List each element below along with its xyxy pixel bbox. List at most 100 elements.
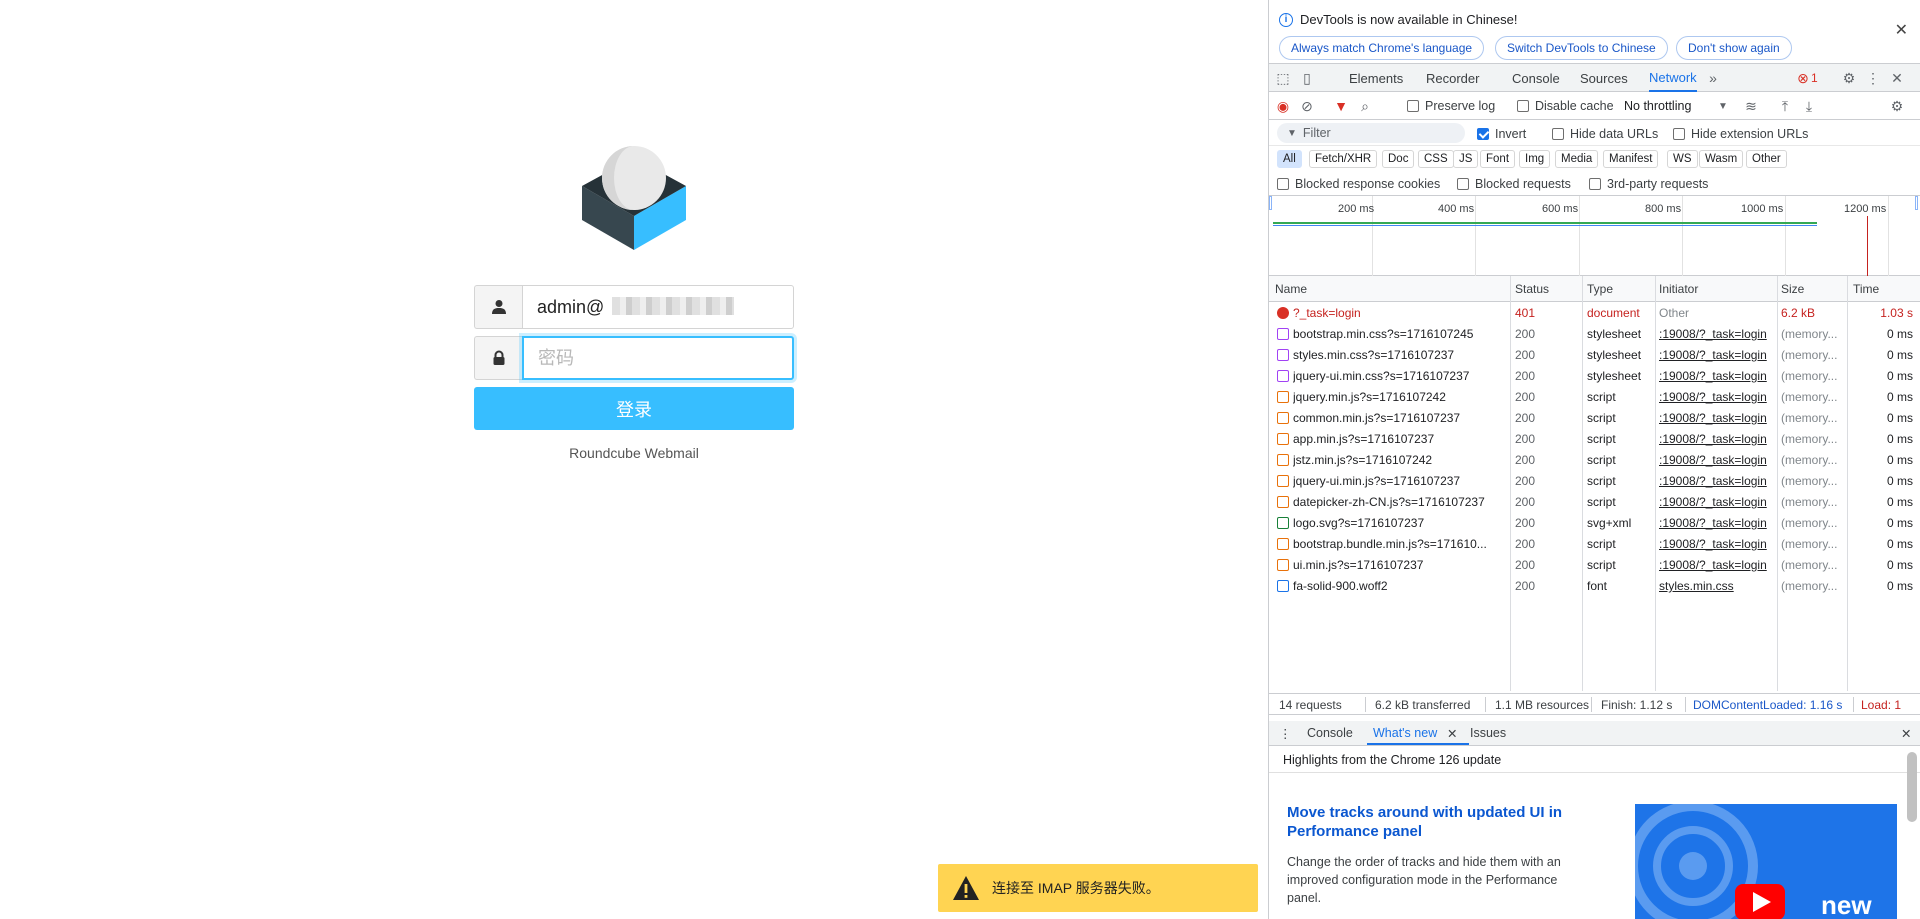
type-js[interactable]: JS	[1453, 150, 1479, 168]
request-time: 0 ms	[1886, 474, 1913, 488]
third-party-checkbox[interactable]: 3rd-party requests	[1589, 177, 1708, 191]
network-settings-icon[interactable]: ⚙	[1889, 98, 1905, 114]
error-count-icon[interactable]: ⊗	[1795, 70, 1811, 86]
range-handle-right[interactable]	[1915, 196, 1918, 210]
match-language-button[interactable]: Always match Chrome's language	[1279, 36, 1485, 60]
clear-icon[interactable]: ⊘	[1299, 98, 1315, 114]
dont-show-again-button[interactable]: Don't show again	[1676, 36, 1792, 60]
type-wasm[interactable]: Wasm	[1699, 150, 1744, 168]
kebab-menu-icon[interactable]: ⋮	[1865, 70, 1881, 86]
close-devtools-icon[interactable]: ✕	[1889, 70, 1905, 86]
table-row[interactable]: jstz.min.js?s=1716107242 200 script:19008/…	[1269, 450, 1920, 471]
inspect-element-icon[interactable]: ⬚	[1275, 70, 1291, 86]
request-initiator[interactable]: :19008/?_task=login	[1659, 411, 1777, 425]
request-initiator[interactable]: :19008/?_task=login	[1659, 537, 1777, 551]
request-initiator[interactable]: :19008/?_task=login	[1659, 390, 1777, 404]
range-handle-left[interactable]	[1269, 196, 1272, 210]
column-type[interactable]: Type	[1587, 282, 1613, 296]
table-row[interactable]: bootstrap.bundle.min.js?s=171610... 200 sc…	[1269, 534, 1920, 555]
type-font[interactable]: Font	[1480, 150, 1516, 168]
request-size: (memory...	[1781, 558, 1837, 572]
table-row[interactable]: fa-solid-900.woff2 200 font styles.min.css (…	[1269, 576, 1920, 597]
import-har-icon[interactable]: ⤒	[1777, 98, 1793, 114]
column-time[interactable]: Time	[1853, 282, 1879, 296]
request-initiator[interactable]: :19008/?_task=login	[1659, 369, 1777, 383]
hide-extension-urls-checkbox[interactable]: Hide extension URLs	[1673, 127, 1808, 141]
switch-chinese-button[interactable]: Switch DevTools to Chinese	[1495, 36, 1668, 60]
close-tab-icon[interactable]: ✕	[1447, 726, 1457, 741]
drawer-menu-icon[interactable]: ⋮	[1279, 726, 1292, 741]
tab-network[interactable]: Network	[1649, 64, 1697, 92]
table-row[interactable]: common.min.js?s=1716107237 200 script:1900…	[1269, 408, 1920, 429]
request-initiator[interactable]: :19008/?_task=login	[1659, 453, 1777, 467]
type-img[interactable]: Img	[1519, 150, 1551, 168]
drawer-scrollbar[interactable]	[1907, 752, 1917, 822]
type-media[interactable]: Media	[1555, 150, 1599, 168]
table-row[interactable]: styles.min.css?s=1716107237 200 stylesheet…	[1269, 345, 1920, 366]
type-css[interactable]: CSS	[1418, 150, 1454, 168]
hide-data-urls-checkbox[interactable]: Hide data URLs	[1552, 127, 1658, 141]
settings-gear-icon[interactable]: ⚙	[1841, 70, 1857, 86]
table-row[interactable]: jquery-ui.min.js?s=1716107237 200 script:1…	[1269, 471, 1920, 492]
export-har-icon[interactable]: ⤓	[1801, 98, 1817, 114]
type-all[interactable]: All	[1277, 150, 1302, 168]
column-size[interactable]: Size	[1781, 282, 1804, 296]
type-fetch-xhr[interactable]: Fetch/XHR	[1309, 150, 1378, 168]
error-toast[interactable]: 连接至 IMAP 服务器失败。	[938, 864, 1258, 912]
login-button[interactable]: 登录	[474, 387, 794, 430]
drawer-tab-issues[interactable]: Issues	[1470, 726, 1506, 740]
chevron-down-icon[interactable]: ▼	[1715, 98, 1731, 114]
request-initiator[interactable]: :19008/?_task=login	[1659, 348, 1777, 362]
table-row[interactable]: ?_task=login 401 document Other 6.2 kB 1.03 s	[1269, 303, 1920, 324]
request-initiator[interactable]: :19008/?_task=login	[1659, 432, 1777, 446]
device-toggle-icon[interactable]: ▯	[1299, 70, 1315, 86]
close-icon[interactable]: ✕	[1895, 20, 1908, 40]
type-doc[interactable]: Doc	[1382, 150, 1415, 168]
column-initiator[interactable]: Initiator	[1659, 282, 1698, 296]
table-row[interactable]: logo.svg?s=1716107237 200 svg+xml:19008/?_…	[1269, 513, 1920, 534]
request-initiator[interactable]: :19008/?_task=login	[1659, 474, 1777, 488]
close-drawer-icon[interactable]: ✕	[1901, 726, 1911, 741]
drawer-tab-whats-new[interactable]: What's new	[1373, 726, 1437, 740]
request-initiator[interactable]: :19008/?_task=login	[1659, 516, 1777, 530]
request-initiator[interactable]: :19008/?_task=login	[1659, 558, 1777, 572]
tab-console[interactable]: Console	[1512, 64, 1560, 92]
type-manifest[interactable]: Manifest	[1603, 150, 1659, 168]
more-tabs-icon[interactable]: »	[1705, 70, 1721, 86]
request-initiator[interactable]: Other	[1659, 306, 1777, 320]
article-title[interactable]: Move tracks around with updated UI in Pe…	[1287, 803, 1587, 841]
tab-sources[interactable]: Sources	[1580, 64, 1628, 92]
request-initiator[interactable]: :19008/?_task=login	[1659, 495, 1777, 509]
blocked-requests-checkbox[interactable]: Blocked requests	[1457, 177, 1571, 191]
table-row[interactable]: ui.min.js?s=1716107237 200 script:19008/?_…	[1269, 555, 1920, 576]
type-ws[interactable]: WS	[1667, 150, 1698, 168]
filter-input[interactable]: ▼ Filter	[1277, 123, 1465, 143]
article-video-thumbnail[interactable]: new	[1635, 804, 1897, 919]
column-name[interactable]: Name	[1275, 282, 1307, 296]
type-other[interactable]: Other	[1746, 150, 1787, 168]
invert-checkbox[interactable]: Invert	[1477, 127, 1526, 141]
table-row[interactable]: datepicker-zh-CN.js?s=1716107237 200 scrip…	[1269, 492, 1920, 513]
table-row[interactable]: jquery-ui.min.css?s=1716107237 200 stylesh…	[1269, 366, 1920, 387]
throttling-select[interactable]: No throttling	[1624, 99, 1691, 113]
drawer-tab-console[interactable]: Console	[1307, 726, 1353, 740]
disable-cache-checkbox[interactable]: Disable cache	[1517, 99, 1614, 113]
search-icon[interactable]: ⌕	[1357, 98, 1373, 114]
table-row[interactable]: jquery.min.js?s=1716107242 200 script:1900…	[1269, 387, 1920, 408]
tab-recorder[interactable]: Recorder	[1426, 64, 1479, 92]
filter-funnel-icon[interactable]: ▼	[1333, 98, 1349, 114]
network-overview[interactable]: 200 ms 400 ms 600 ms 800 ms 1000 ms 1200…	[1269, 196, 1920, 276]
blocked-cookies-checkbox[interactable]: Blocked response cookies	[1277, 177, 1440, 191]
request-initiator[interactable]: :19008/?_task=login	[1659, 327, 1777, 341]
column-status[interactable]: Status	[1515, 282, 1549, 296]
table-row[interactable]: app.min.js?s=1716107237 200 script:19008/?…	[1269, 429, 1920, 450]
network-conditions-icon[interactable]: ≋	[1743, 98, 1759, 114]
preserve-log-checkbox[interactable]: Preserve log	[1407, 99, 1495, 113]
record-stop-icon[interactable]: ◉	[1275, 98, 1291, 114]
table-row[interactable]: bootstrap.min.css?s=1716107245 200 stylesh…	[1269, 324, 1920, 345]
tab-elements[interactable]: Elements	[1349, 64, 1403, 92]
request-initiator[interactable]: styles.min.css	[1659, 579, 1777, 593]
request-status: 401	[1515, 306, 1536, 320]
password-field[interactable]	[522, 336, 794, 380]
request-status: 200	[1515, 348, 1536, 362]
